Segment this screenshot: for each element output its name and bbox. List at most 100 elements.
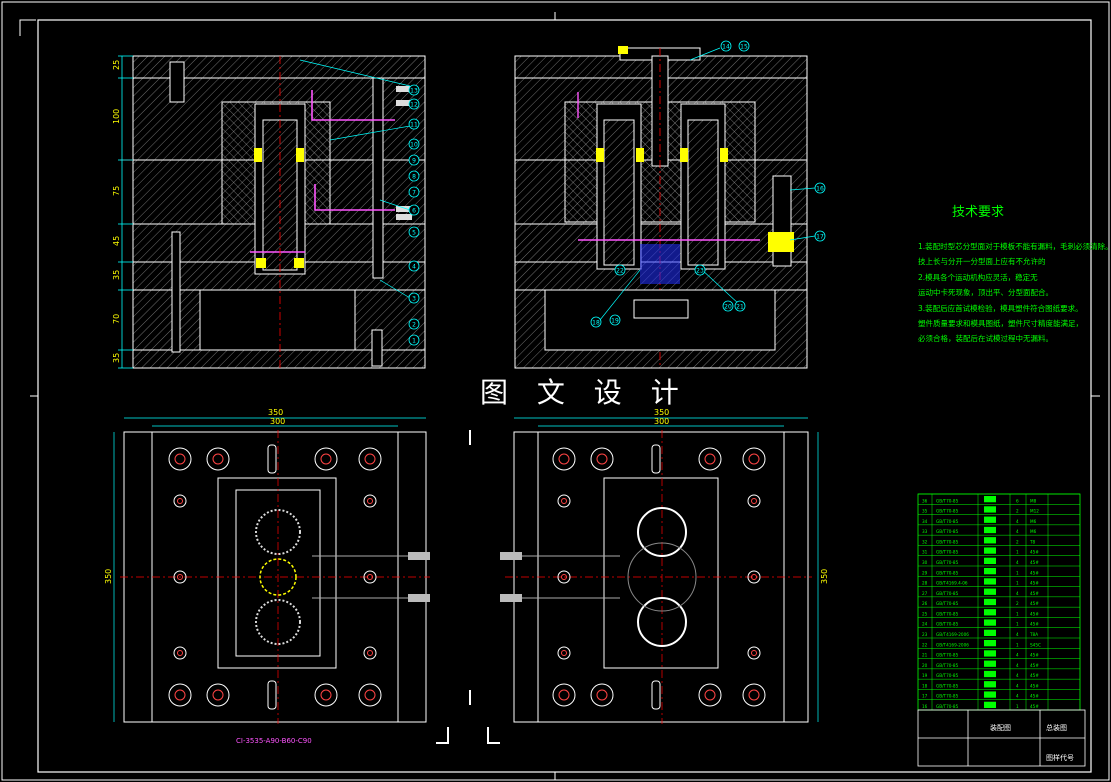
- table-cell: GB/T70-85: [936, 498, 959, 503]
- table-cell: 31: [922, 550, 928, 555]
- table-cell-fill: [984, 557, 996, 564]
- title-block-title: 装配图: [990, 723, 1011, 732]
- table-cell-fill: [984, 660, 996, 667]
- table-cell: 45#: [1030, 683, 1039, 688]
- table-cell: 45#: [1030, 673, 1039, 678]
- table-cell: 20: [922, 663, 928, 668]
- part-balloon-label: 3: [412, 296, 416, 303]
- table-cell: 1: [1016, 704, 1019, 709]
- table-cell-fill: [984, 629, 996, 636]
- table-cell: 45#: [1030, 611, 1039, 616]
- table-cell: 4: [1016, 663, 1019, 668]
- tech-req-line: 2.模具各个运动机构应灵活，稳定无: [918, 272, 1038, 282]
- table-cell: 1: [1016, 642, 1019, 647]
- part-balloon-label: 12: [410, 102, 418, 109]
- table-cell: GB/T70-85: [936, 529, 959, 534]
- table-cell: 18: [922, 683, 928, 688]
- table-cell: 6: [1016, 498, 1019, 503]
- plan-view-left: 350 300 350 CI-3535-A90-B60-C90: [104, 408, 430, 745]
- table-cell-fill: [984, 691, 996, 698]
- table-cell: 25: [922, 611, 928, 616]
- table-cell-fill: [984, 516, 996, 523]
- table-cell: 34: [922, 519, 928, 524]
- table-cell: GB/T70-85: [936, 570, 959, 575]
- table-cell: 36: [922, 498, 928, 503]
- table-cell: GB/T70-85: [936, 509, 959, 514]
- table-cell: M8: [1030, 498, 1037, 503]
- table-cell: GB/T70-85: [936, 519, 959, 524]
- table-cell: 45#: [1030, 591, 1039, 596]
- table-cell-fill: [984, 578, 996, 585]
- table-cell: 45#: [1030, 550, 1039, 555]
- table-cell: 19: [922, 673, 928, 678]
- table-cell: M6: [1030, 529, 1037, 534]
- section-view-right: 14 15 16 17 18 19 20 21 22 23: [514, 40, 826, 369]
- parts-list: 36 GB/T70-85 6 M8 35 GB/T70-85 2 M12 34 GB/T70-85…: [917, 493, 1086, 767]
- table-cell: 1: [1016, 581, 1019, 586]
- table-cell-fill: [984, 547, 996, 554]
- section-view-left: 25 100 75 45 35 70 35 13 12 11 10 9 8 7 6 5 4 3 2 1: [112, 55, 426, 369]
- table-cell: 4: [1016, 519, 1019, 524]
- title-block-code-label: 图样代号: [1046, 753, 1074, 762]
- table-cell: 30: [922, 560, 928, 565]
- table-cell-fill: [984, 609, 996, 616]
- table-cell: GB/T70-85: [936, 653, 959, 658]
- part-balloon-label: 2: [412, 322, 416, 329]
- table-cell: 4: [1016, 591, 1019, 596]
- part-balloon-label: 23: [696, 268, 704, 275]
- dim-text: 45: [112, 236, 121, 246]
- table-cell: 1: [1016, 611, 1019, 616]
- title-block-assembly-label: 总装图: [1046, 723, 1067, 732]
- table-cell: T8: [1029, 539, 1036, 544]
- table-cell: 4: [1016, 632, 1019, 637]
- table-cell: 2: [1016, 539, 1019, 544]
- table-cell: 33: [922, 529, 928, 534]
- dim-text: 35: [112, 353, 121, 363]
- table-cell: GB/T4169.4-06: [936, 581, 968, 586]
- table-cell: 1: [1016, 550, 1019, 555]
- table-cell-fill: [984, 598, 996, 606]
- part-balloon-label: 8: [412, 174, 416, 181]
- table-cell: GB/T4169-2006: [936, 632, 969, 637]
- part-balloon-label: 9: [412, 158, 416, 165]
- table-cell: GB/T70-85: [936, 622, 959, 627]
- table-cell: 4: [1016, 683, 1019, 688]
- table-cell: GB/T70-85: [936, 704, 959, 709]
- part-balloon-label: 6: [412, 208, 416, 215]
- table-cell: T8A: [1029, 632, 1038, 637]
- table-cell: 27: [922, 591, 928, 596]
- table-cell: 24: [922, 622, 928, 627]
- part-balloon-label: 10: [410, 142, 418, 149]
- tech-req-line: 1.装配时型芯分型面对于模板不能有漏料，毛刺必须清除。: [918, 241, 1111, 251]
- table-cell: 17: [922, 694, 928, 699]
- table-cell: 16: [922, 704, 928, 709]
- part-balloon-label: 5: [412, 230, 416, 237]
- table-cell: 4: [1016, 529, 1019, 534]
- table-cell: 26: [922, 601, 928, 606]
- table-cell-fill: [984, 619, 996, 626]
- table-cell: M6: [1030, 519, 1037, 524]
- table-cell: 4: [1016, 673, 1019, 678]
- part-balloon-label: 16: [816, 186, 824, 193]
- dim-text: 70: [112, 314, 121, 324]
- table-cell-fill: [984, 701, 996, 708]
- dim-inner-width: 300: [654, 417, 669, 426]
- dim-overall-width: 350: [654, 408, 669, 417]
- table-cell: GB/T70-85: [936, 611, 959, 616]
- part-balloon-label: 13: [410, 88, 418, 95]
- tech-req-line: 运动中卡死现象，顶出平、分型面配合。: [918, 287, 1053, 297]
- table-cell: 45#: [1030, 570, 1039, 575]
- tech-req-line: 塑件质量要求和模具图纸，塑件尺寸精度能满足，: [918, 318, 1083, 328]
- parts-list-rows: 36 GB/T70-85 6 M8 35 GB/T70-85 2 M12 34 GB/T70-85…: [918, 493, 1080, 710]
- table-cell: 1: [1016, 622, 1019, 627]
- table-cell: 45#: [1030, 601, 1039, 606]
- table-cell: 28: [922, 581, 928, 586]
- table-cell: GB/T70-85: [936, 539, 959, 544]
- table-cell: 4: [1016, 694, 1019, 699]
- table-cell: 45#: [1030, 663, 1039, 668]
- plan-view-right: 350 300 350: [500, 408, 829, 724]
- table-cell: 45#: [1030, 581, 1039, 586]
- dim-height: 350: [820, 569, 829, 584]
- table-cell-fill: [984, 650, 996, 657]
- part-balloon-label: 18: [592, 320, 600, 327]
